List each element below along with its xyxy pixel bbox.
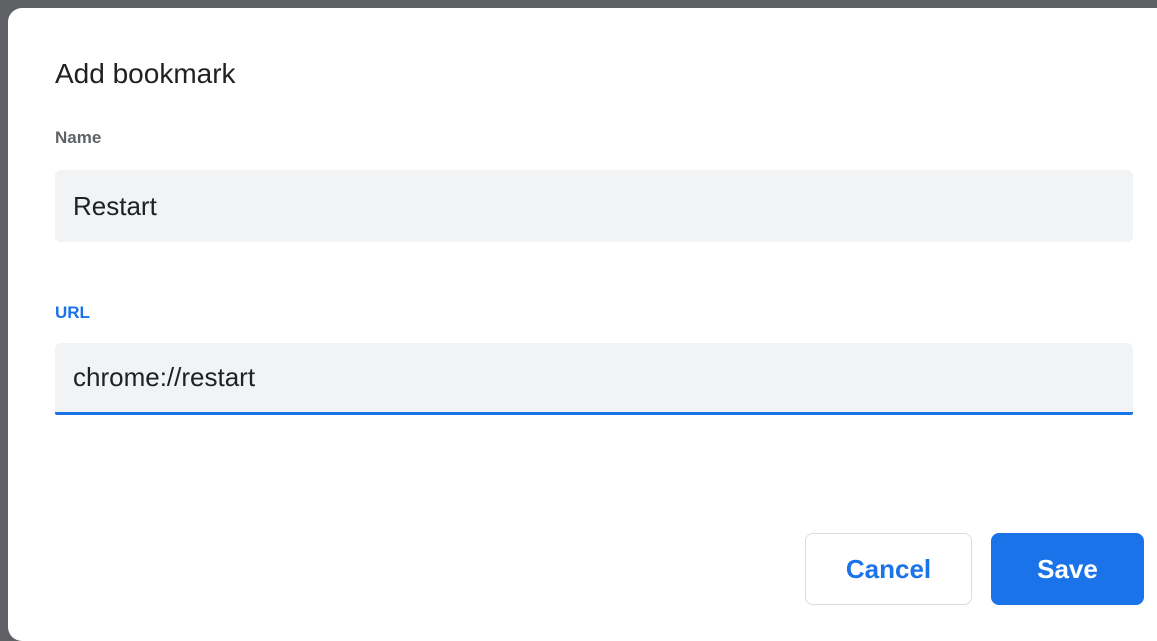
- cancel-button[interactable]: Cancel: [805, 533, 972, 605]
- url-field-label: URL: [55, 303, 90, 322]
- dialog-title: Add bookmark: [55, 58, 236, 89]
- url-input[interactable]: [55, 343, 1133, 415]
- name-input[interactable]: [55, 170, 1133, 242]
- name-field-label: Name: [55, 128, 102, 147]
- add-bookmark-dialog: Add bookmark Name URL Cancel Save: [8, 8, 1157, 641]
- save-button[interactable]: Save: [991, 533, 1144, 605]
